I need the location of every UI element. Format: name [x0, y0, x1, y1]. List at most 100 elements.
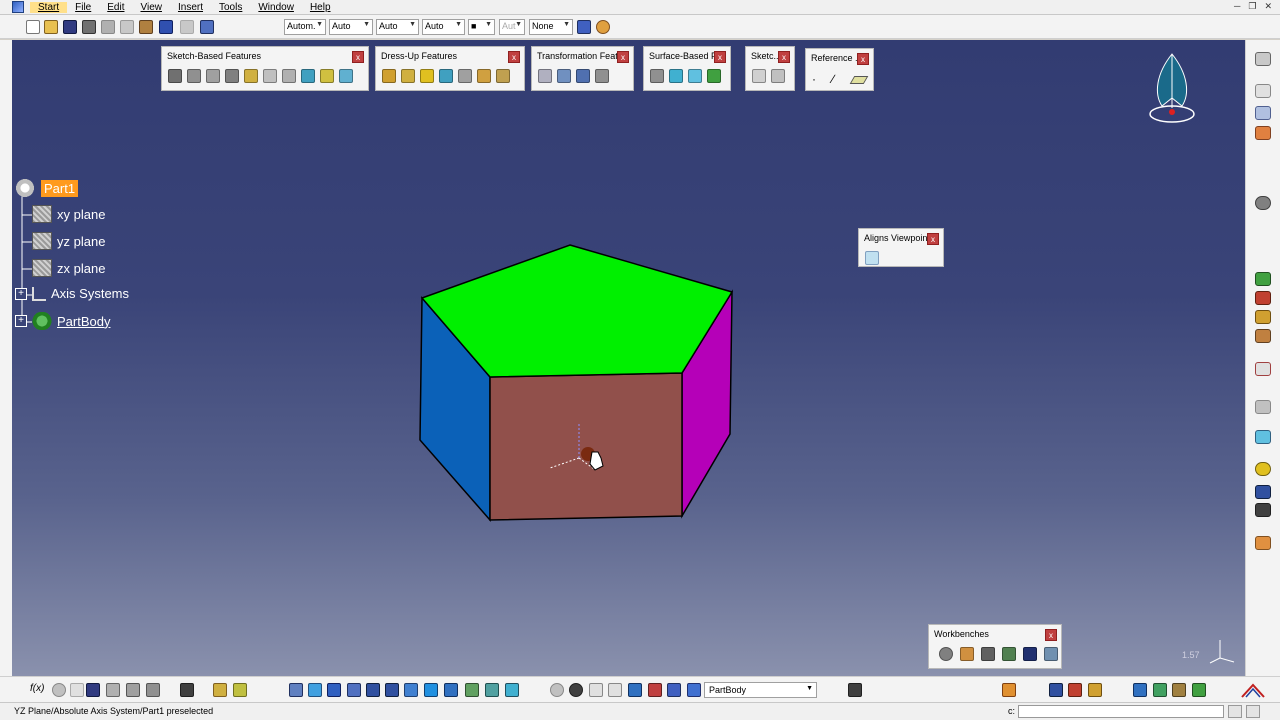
assembly-workbench-icon[interactable] [981, 647, 995, 661]
analysis-tool-icon[interactable] [648, 683, 662, 697]
new-file-icon[interactable] [26, 20, 40, 34]
ball-analysis-icon[interactable] [1255, 462, 1271, 476]
menu-file[interactable]: File [67, 2, 99, 13]
menu-view[interactable]: View [132, 2, 170, 13]
catia-app-icon[interactable] [12, 1, 24, 13]
groove-icon[interactable] [225, 69, 239, 83]
close-icon[interactable]: x [714, 51, 726, 63]
menu-start[interactable]: Start [30, 1, 68, 13]
menu-window[interactable]: Window [250, 2, 302, 13]
thread-icon[interactable] [477, 69, 491, 83]
point-icon[interactable]: · [812, 73, 824, 85]
point-symbol-dropdown[interactable]: ■ ▼ [468, 19, 495, 35]
multi-view-icon[interactable] [424, 683, 438, 697]
line-type-dropdown[interactable]: Autom. ▼ [284, 19, 326, 35]
rectangular-pattern-icon[interactable] [576, 69, 590, 83]
update-icon[interactable] [550, 683, 564, 697]
save-icon[interactable] [63, 20, 77, 34]
close-icon[interactable]: x [778, 51, 790, 63]
drafting-workbench-icon[interactable] [1023, 647, 1037, 661]
boolean-assemble-icon[interactable] [1255, 272, 1271, 286]
boolean-add-icon[interactable] [1255, 291, 1271, 305]
knowledge-icon[interactable] [106, 683, 120, 697]
swap-view-icon[interactable] [505, 683, 519, 697]
chamfer-icon[interactable] [401, 69, 415, 83]
multi-sections-solid-icon[interactable] [320, 69, 334, 83]
multi-body-icon[interactable] [667, 683, 681, 697]
swap-visible-space-icon[interactable] [233, 683, 247, 697]
zoom-in-icon[interactable] [366, 683, 380, 697]
removed-multi-sections-icon[interactable] [339, 69, 353, 83]
catalog-browser-icon[interactable] [848, 683, 862, 697]
positioned-sketch-icon[interactable] [771, 69, 785, 83]
layer-dropdown[interactable]: None ▼ [529, 19, 573, 35]
remove-face-icon[interactable] [496, 69, 510, 83]
hole-icon[interactable] [244, 69, 258, 83]
light-icon[interactable] [70, 683, 84, 697]
measure-inertia-icon[interactable] [1088, 683, 1102, 697]
color-dropdown[interactable]: Auto ▼ [329, 19, 373, 35]
translation-icon[interactable] [538, 69, 552, 83]
line-icon[interactable]: ∕ [832, 73, 844, 85]
menu-help[interactable]: Help [302, 2, 339, 13]
close-icon[interactable]: x [857, 53, 869, 65]
annotation-icon[interactable] [1255, 84, 1271, 98]
format-painter-icon[interactable] [577, 20, 591, 34]
measure-item-icon[interactable] [1068, 683, 1082, 697]
split-icon[interactable] [650, 69, 664, 83]
transparency-dropdown[interactable]: Auto ▼ [376, 19, 419, 35]
capture-icon[interactable] [180, 683, 194, 697]
minimize-icon[interactable]: ─ [1234, 1, 1240, 12]
select-arrow-icon[interactable] [1255, 536, 1271, 550]
align-viewpoint-icon[interactable] [865, 251, 879, 265]
body-selector-dropdown[interactable]: PartBody ▼ [704, 682, 817, 698]
line-thickness-dropdown[interactable]: Auto ▼ [422, 19, 465, 35]
sketch-icon[interactable] [752, 69, 766, 83]
pad-icon[interactable] [168, 69, 182, 83]
redo-icon[interactable] [180, 20, 194, 34]
menu-tools[interactable]: Tools [211, 2, 250, 13]
scaling-icon[interactable] [595, 69, 609, 83]
rotate-icon[interactable] [347, 683, 361, 697]
compass-icon[interactable] [1142, 50, 1202, 130]
apply-material-icon[interactable] [1255, 126, 1271, 140]
paste-icon[interactable] [139, 20, 153, 34]
render-icon[interactable] [1133, 683, 1147, 697]
wireframe-workbench-icon[interactable] [960, 647, 974, 661]
analysis-workbench-icon[interactable] [1044, 647, 1058, 661]
command-input[interactable] [1018, 705, 1224, 718]
curvature-analysis-icon[interactable] [1255, 503, 1271, 517]
sheet-metal-workbench-icon[interactable] [1002, 647, 1016, 661]
restore-icon[interactable]: ❐ [1248, 1, 1256, 12]
axis-system-tool-icon[interactable] [589, 683, 603, 697]
graphic-properties-icon[interactable] [596, 20, 610, 34]
close-icon[interactable]: x [927, 233, 939, 245]
boolean-remove-icon[interactable] [1255, 310, 1271, 324]
command-options-button[interactable] [1246, 705, 1260, 718]
command-history-button[interactable] [1228, 705, 1242, 718]
update-gear-icon[interactable] [1255, 196, 1271, 210]
rib-icon[interactable] [263, 69, 277, 83]
open-folder-icon[interactable] [44, 20, 58, 34]
cut-icon[interactable] [101, 20, 115, 34]
formula-button[interactable]: f(x) [30, 683, 44, 694]
boolean-intersect-icon[interactable] [1255, 329, 1271, 343]
hide-show-icon[interactable] [213, 683, 227, 697]
prism-front-face[interactable] [489, 372, 683, 521]
apply-material-bottom-icon[interactable] [1002, 683, 1016, 697]
texture-icon[interactable] [1153, 683, 1167, 697]
body-tool-icon[interactable] [628, 683, 642, 697]
close-icon[interactable]: ✕ [1264, 1, 1272, 12]
copy-icon[interactable] [120, 20, 134, 34]
3d-viewport[interactable]: Part1 xy plane yz plane zx plane + Axis … [12, 40, 1245, 676]
tree-node-partbody[interactable]: + PartBody [15, 312, 110, 330]
tree-node-xy-plane[interactable]: xy plane [32, 205, 105, 223]
close-icon[interactable]: x [1045, 629, 1057, 641]
close-icon[interactable]: x [617, 51, 629, 63]
constraint-defined-icon[interactable] [569, 683, 583, 697]
insert-body-icon[interactable] [1255, 400, 1271, 414]
expand-plus-icon[interactable]: + [15, 287, 27, 300]
sew-surface-icon[interactable] [707, 69, 721, 83]
surface-icon[interactable] [1255, 430, 1271, 444]
fit-all-in-icon[interactable] [308, 683, 322, 697]
